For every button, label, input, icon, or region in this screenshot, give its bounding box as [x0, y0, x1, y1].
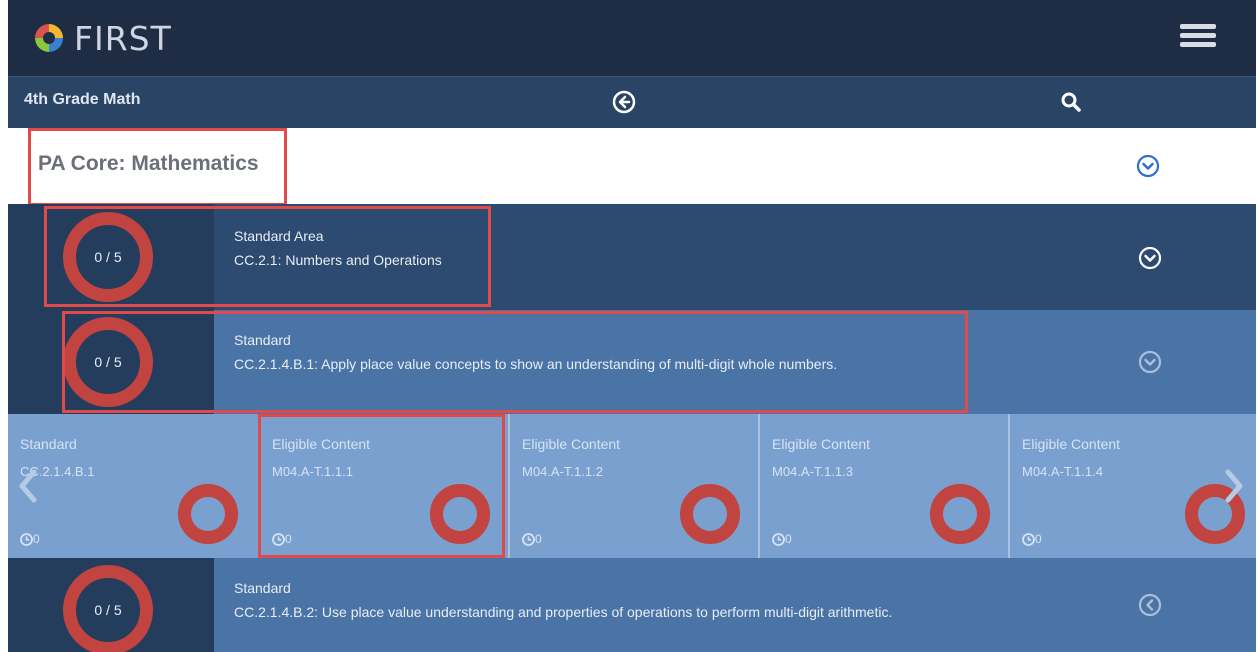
card-count: 0	[1022, 532, 1042, 546]
card-count-value: 0	[1035, 532, 1042, 546]
search-icon[interactable]	[1060, 91, 1082, 113]
clock-icon	[1022, 532, 1035, 546]
card-title: Eligible Content	[522, 436, 621, 452]
logo-icon	[35, 24, 63, 52]
row-text: Standard Area CC.2.1: Numbers and Operat…	[234, 228, 442, 268]
row-type: Standard Area	[234, 228, 324, 244]
app-frame: FIRST 4th Grade Math PA Core: Mathematic…	[8, 0, 1256, 652]
progress-text: 0 / 5	[94, 354, 122, 370]
card-title: Eligible Content	[272, 436, 371, 452]
content-card[interactable]: Eligible Content M04.A-T.1.1.2 0	[508, 414, 758, 558]
content-card[interactable]: Standard CC.2.1.4.B.1 0	[8, 414, 258, 558]
course-navbar: 4th Grade Math	[8, 76, 1256, 129]
progress-ring	[430, 484, 490, 544]
chevron-down-circle-icon[interactable]	[1138, 246, 1162, 270]
content-carousel: Standard CC.2.1.4.B.1 0 Eligible Content…	[8, 414, 1256, 558]
progress-ring: 0 / 5	[63, 565, 153, 652]
card-count-value: 0	[535, 532, 542, 546]
chevron-left-circle-icon[interactable]	[1138, 593, 1162, 617]
row-title: CC.2.1.4.B.1: Apply place value concepts…	[234, 356, 838, 372]
row-type: Standard	[234, 580, 291, 596]
progress-ring: 0 / 5	[63, 317, 153, 407]
arrow-left-circle-icon[interactable]	[612, 90, 636, 114]
list-item[interactable]: 0 / 5 Standard Area CC.2.1: Numbers and …	[8, 204, 1256, 310]
progress-ring: 0 / 5	[63, 212, 153, 302]
chevron-down-circle-icon[interactable]	[1138, 350, 1162, 374]
progress-ring	[680, 484, 740, 544]
card-code: M04.A-T.1.1.2	[522, 464, 603, 479]
content-card[interactable]: Eligible Content M04.A-T.1.1.4 0	[1008, 414, 1256, 558]
row-title: CC.2.1: Numbers and Operations	[234, 252, 442, 268]
progress-text: 0 / 5	[94, 602, 122, 618]
framework-title: PA Core: Mathematics	[38, 152, 259, 175]
progress-ring	[178, 484, 238, 544]
clock-icon	[522, 532, 535, 546]
card-code: M04.A-T.1.1.3	[772, 464, 853, 479]
hamburger-icon[interactable]	[1180, 24, 1216, 52]
list-item[interactable]: 0 / 5 Standard CC.2.1.4.B.2: Use place v…	[8, 558, 1256, 652]
progress-text: 0 / 5	[94, 249, 122, 265]
framework-header[interactable]: PA Core: Mathematics	[8, 128, 1256, 204]
content-card[interactable]: Eligible Content M04.A-T.1.1.1 0	[258, 414, 508, 558]
card-title: Eligible Content	[772, 436, 871, 452]
logo[interactable]: FIRST	[32, 18, 172, 58]
list-item[interactable]: 0 / 5 Standard CC.2.1.4.B.1: Apply place…	[8, 310, 1256, 414]
clock-icon	[772, 532, 785, 546]
card-count-value: 0	[285, 532, 292, 546]
row-type: Standard	[234, 332, 291, 348]
card-count: 0	[20, 532, 40, 546]
content-card[interactable]: Eligible Content M04.A-T.1.1.3 0	[758, 414, 1008, 558]
row-title: CC.2.1.4.B.2: Use place value understand…	[234, 604, 893, 620]
card-count-value: 0	[33, 532, 40, 546]
card-title: Standard	[20, 436, 77, 452]
row-text: Standard CC.2.1.4.B.2: Use place value u…	[234, 580, 892, 620]
chevron-left-icon[interactable]	[14, 466, 42, 506]
card-code: M04.A-T.1.1.1	[272, 464, 353, 479]
chevron-right-icon[interactable]	[1220, 466, 1248, 506]
progress-ring	[930, 484, 990, 544]
card-count: 0	[772, 532, 792, 546]
clock-icon	[272, 532, 285, 546]
clock-icon	[20, 532, 33, 546]
row-text: Standard CC.2.1.4.B.1: Apply place value…	[234, 332, 837, 372]
card-title: Eligible Content	[1022, 436, 1121, 452]
chevron-down-circle-icon[interactable]	[1136, 154, 1160, 178]
card-count: 0	[272, 532, 292, 546]
card-count-value: 0	[785, 532, 792, 546]
card-code: M04.A-T.1.1.4	[1022, 464, 1103, 479]
brand-name: FIRST	[74, 18, 172, 58]
course-title: 4th Grade Math	[24, 91, 141, 108]
top-bar: FIRST	[8, 0, 1256, 76]
card-count: 0	[522, 532, 542, 546]
